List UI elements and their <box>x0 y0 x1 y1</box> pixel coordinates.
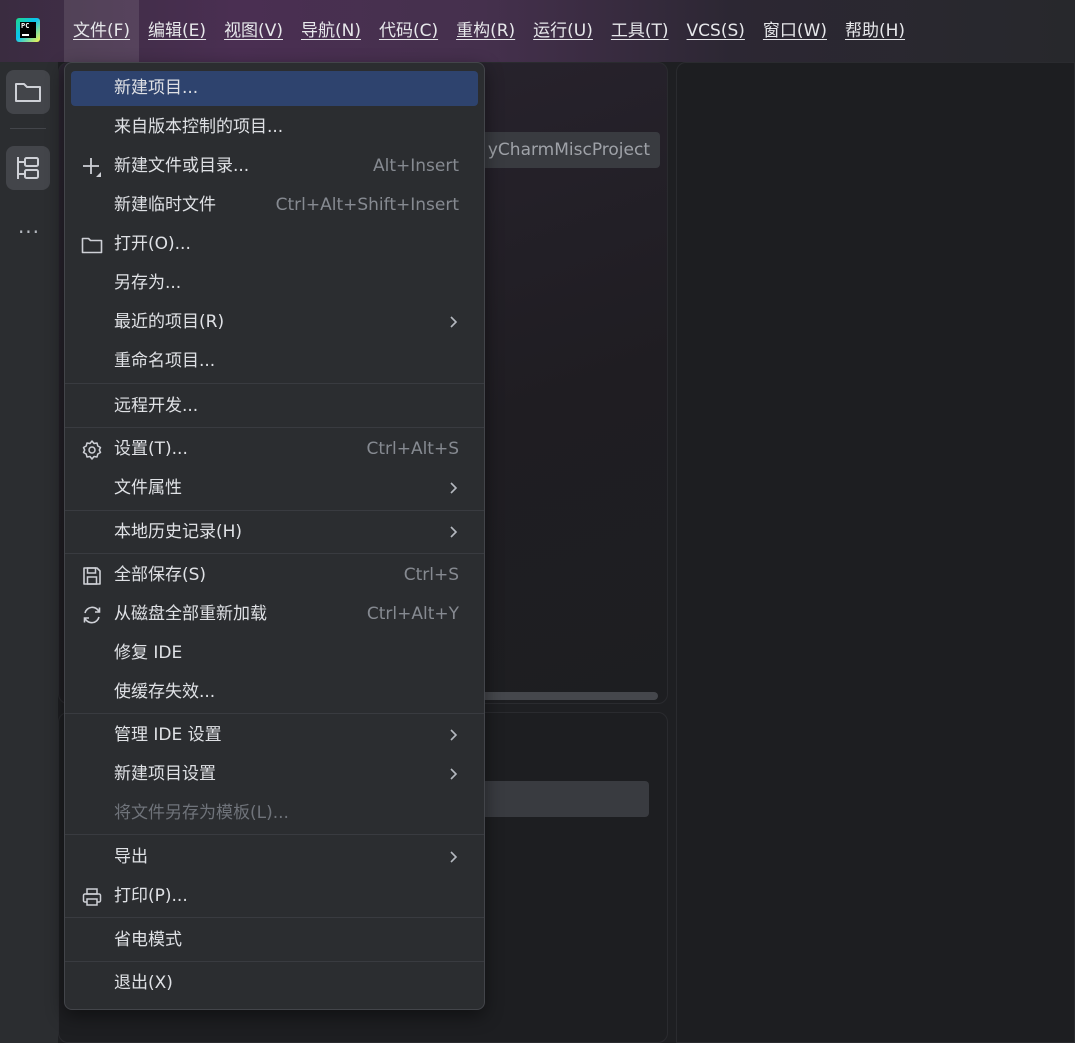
project-name-chip[interactable]: yCharmMiscProject <box>470 132 660 168</box>
menu-item-project-from-vcs[interactable]: 来自版本控制的项目... <box>71 110 478 145</box>
structure-icon <box>17 157 39 179</box>
chevron-right-icon <box>450 729 458 741</box>
menu-item-label: 打印(P)... <box>114 886 188 906</box>
reload-icon <box>81 604 103 626</box>
menu-tools[interactable]: 工具(T) <box>602 0 678 62</box>
logo-text: PC <box>21 22 30 30</box>
plus-icon <box>81 156 103 178</box>
menu-item-settings[interactable]: 设置(T)... Ctrl+Alt+S <box>71 432 478 467</box>
chevron-right-icon <box>450 851 458 863</box>
menu-separator <box>65 713 484 714</box>
printer-icon <box>81 886 103 908</box>
menu-item-label: 另存为... <box>114 273 182 293</box>
menu-item-recent-projects[interactable]: 最近的项目(R) <box>71 305 478 340</box>
menu-item-label: 设置(T)... <box>114 439 188 459</box>
gear-icon <box>81 439 103 461</box>
menu-separator <box>65 427 484 428</box>
menu-item-label: 新建文件或目录... <box>114 156 250 176</box>
menu-item-label: 使缓存失效... <box>114 682 216 702</box>
menu-item-print[interactable]: 打印(P)... <box>71 879 478 914</box>
bottom-panel-input[interactable] <box>470 781 649 817</box>
menu-vcs[interactable]: VCS(S) <box>678 0 754 62</box>
menu-item-save-file-as-template: 将文件另存为模板(L)... <box>71 796 478 831</box>
folder-icon <box>81 234 103 256</box>
menu-edit[interactable]: 编辑(E) <box>139 0 215 62</box>
menu-item-shortcut: Ctrl+Alt+S <box>366 439 459 459</box>
menu-view[interactable]: 视图(V) <box>215 0 292 62</box>
menu-item-new-project[interactable]: 新建项目... <box>71 71 478 106</box>
menu-file[interactable]: 文件(F) <box>64 0 140 62</box>
folder-icon <box>15 83 41 102</box>
menu-navigate[interactable]: 导航(N) <box>292 0 370 62</box>
chevron-right-icon <box>450 482 458 494</box>
project-tool-button[interactable] <box>6 70 50 114</box>
menu-item-label: 退出(X) <box>114 973 173 993</box>
save-icon <box>81 565 103 587</box>
menu-window[interactable]: 窗口(W) <box>754 0 836 62</box>
menu-item-label: 导出 <box>114 847 148 867</box>
menu-item-label: 远程开发... <box>114 396 199 416</box>
toolstrip-divider <box>10 128 46 129</box>
menu-item-new-project-setup[interactable]: 新建项目设置 <box>71 757 478 792</box>
menu-item-label: 修复 IDE <box>114 643 183 663</box>
menu-item-shortcut: Ctrl+S <box>403 565 459 585</box>
menu-item-remote-development[interactable]: 远程开发... <box>71 389 478 424</box>
menu-separator <box>65 834 484 835</box>
menu-item-label: 最近的项目(R) <box>114 312 225 332</box>
menu-item-label: 重命名项目... <box>114 351 216 371</box>
main-menubar: PC 文件(F) 编辑(E) 视图(V) 导航(N) 代码(C) 重构(R) 运… <box>0 0 1075 62</box>
menu-item-repair-ide[interactable]: 修复 IDE <box>71 636 478 671</box>
menu-item-power-save-mode[interactable]: 省电模式 <box>71 923 478 958</box>
menu-item-label: 省电模式 <box>114 930 182 950</box>
menu-item-shortcut: Ctrl+Alt+Y <box>366 604 459 624</box>
chevron-right-icon <box>450 526 458 538</box>
left-toolstrip: ... <box>0 62 58 1043</box>
menu-separator <box>65 383 484 384</box>
chevron-right-icon <box>450 768 458 780</box>
menu-item-save-as[interactable]: 另存为... <box>71 266 478 301</box>
menu-code[interactable]: 代码(C) <box>370 0 447 62</box>
pycharm-logo-icon[interactable]: PC <box>16 18 40 42</box>
horizontal-scrollbar[interactable] <box>470 692 658 700</box>
menu-item-label: 将文件另存为模板(L)... <box>114 803 289 823</box>
menu-item-manage-ide-settings[interactable]: 管理 IDE 设置 <box>71 718 478 753</box>
menu-item-label: 新建临时文件 <box>114 195 216 215</box>
menu-item-label: 从磁盘全部重新加载 <box>114 604 267 624</box>
more-tools-icon[interactable]: ... <box>14 216 44 236</box>
menu-item-new-file-or-directory[interactable]: 新建文件或目录... Alt+Insert <box>71 149 478 184</box>
menu-item-label: 新建项目... <box>114 78 199 98</box>
menu-item-local-history[interactable]: 本地历史记录(H) <box>71 515 478 550</box>
menu-run[interactable]: 运行(U) <box>524 0 602 62</box>
menu-item-export[interactable]: 导出 <box>71 840 478 875</box>
menu-item-exit[interactable]: 退出(X) <box>71 966 478 1001</box>
menu-item-new-scratch-file[interactable]: 新建临时文件 Ctrl+Alt+Shift+Insert <box>71 188 478 223</box>
menu-item-label: 本地历史记录(H) <box>114 522 243 542</box>
editor-area <box>676 62 1075 1043</box>
menu-item-label: 全部保存(S) <box>114 565 207 585</box>
menu-help[interactable]: 帮助(H) <box>836 0 914 62</box>
menu-separator <box>65 961 484 962</box>
menu-item-invalidate-caches[interactable]: 使缓存失效... <box>71 675 478 710</box>
chevron-right-icon <box>450 316 458 328</box>
menu-item-label: 来自版本控制的项目... <box>114 117 284 137</box>
file-menu-dropdown: 新建项目... 来自版本控制的项目... 新建文件或目录... Alt+Inse… <box>64 62 485 1010</box>
menu-item-shortcut: Alt+Insert <box>372 156 459 176</box>
menu-item-label: 打开(O)... <box>114 234 191 254</box>
menu-item-label: 管理 IDE 设置 <box>114 725 222 745</box>
menu-item-label: 新建项目设置 <box>114 764 216 784</box>
menu-item-rename-project[interactable]: 重命名项目... <box>71 344 478 379</box>
menu-item-save-all[interactable]: 全部保存(S) Ctrl+S <box>71 558 478 593</box>
menu-item-open[interactable]: 打开(O)... <box>71 227 478 262</box>
menu-refactor[interactable]: 重构(R) <box>447 0 524 62</box>
menu-item-reload-all-from-disk[interactable]: 从磁盘全部重新加载 Ctrl+Alt+Y <box>71 597 478 632</box>
menu-separator <box>65 553 484 554</box>
structure-tool-button[interactable] <box>6 146 50 190</box>
menu-separator <box>65 917 484 918</box>
menu-items: 文件(F) 编辑(E) 视图(V) 导航(N) 代码(C) 重构(R) 运行(U… <box>64 0 914 62</box>
menu-item-label: 文件属性 <box>114 478 182 498</box>
menu-separator <box>65 510 484 511</box>
menu-item-file-properties[interactable]: 文件属性 <box>71 471 478 506</box>
menu-item-shortcut: Ctrl+Alt+Shift+Insert <box>275 195 459 215</box>
